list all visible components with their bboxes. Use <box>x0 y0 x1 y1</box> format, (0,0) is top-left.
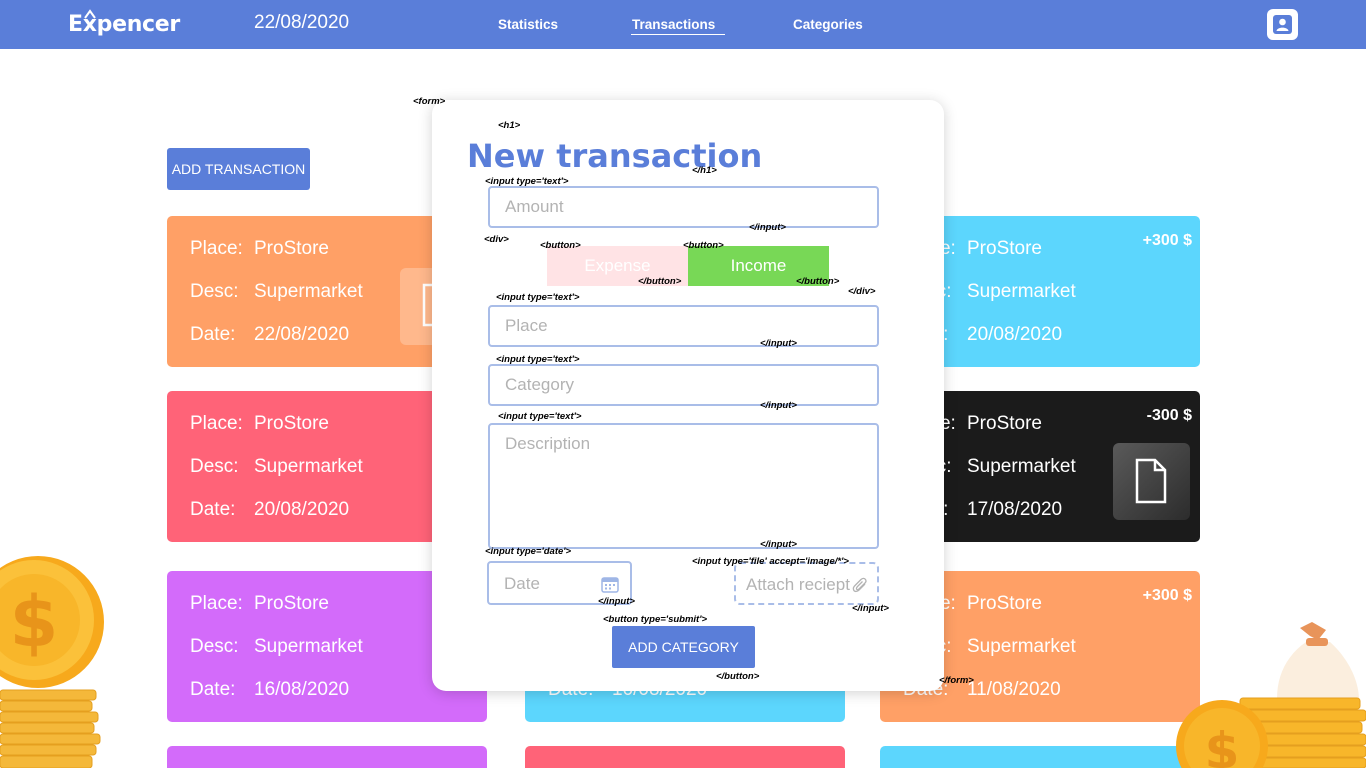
profile-button[interactable] <box>1267 9 1298 40</box>
card-desc: Supermarket <box>967 281 1076 302</box>
card-place-row: Place: ProStore <box>190 413 329 435</box>
card-amount: +300 $ <box>1142 587 1192 604</box>
card-place-row: Place: ProStore <box>190 593 329 615</box>
place-input[interactable] <box>488 305 879 347</box>
svg-text:$: $ <box>10 581 59 663</box>
card-date: 16/08/2020 <box>254 679 350 700</box>
svg-text:$: $ <box>1205 722 1240 768</box>
transaction-card[interactable] <box>167 746 487 768</box>
paperclip-icon <box>852 577 867 593</box>
card-place: ProStore <box>254 593 329 614</box>
card-place: ProStore <box>967 413 1042 434</box>
card-date: 17/08/2020 <box>967 499 1063 520</box>
nav-categories[interactable]: Categories <box>793 17 863 32</box>
header-date: 22/08/2020 <box>254 12 350 33</box>
desc-label: Desc: <box>190 456 239 477</box>
card-desc: Supermarket <box>254 456 363 477</box>
date-label: Date: <box>190 499 236 520</box>
card-date: 11/08/2020 <box>967 679 1061 700</box>
attach-receipt-input[interactable]: Attach reciept <box>734 562 879 605</box>
desc-label: Desc: <box>190 281 239 302</box>
nav-transactions[interactable]: Transactions <box>632 17 715 32</box>
annotation-input-close: </input> <box>852 603 889 614</box>
add-category-submit-button[interactable]: ADD CATEGORY <box>612 626 755 668</box>
annotation-input-file: <input type='file' accept='image/*'> <box>692 556 849 567</box>
annotation-h1-open: <h1> <box>498 120 521 131</box>
annotation-input-close: </input> <box>760 539 797 550</box>
card-place-row: Place: ProStore <box>190 238 329 260</box>
document-icon <box>1135 458 1167 504</box>
annotation-form-open: <form> <box>413 96 446 107</box>
annotation-input-category: <input type='text'> <box>496 354 580 365</box>
date-label: Date: <box>190 324 236 345</box>
card-date-row: Date: 20/08/2020 <box>190 499 349 521</box>
active-nav-underline <box>631 34 725 35</box>
card-place: ProStore <box>254 238 329 259</box>
date-placeholder: Date <box>504 574 540 593</box>
annotation-h1-close: </h1> <box>692 165 717 176</box>
category-input[interactable] <box>488 364 879 406</box>
card-date-row: Date: 16/08/2020 <box>190 679 349 701</box>
card-place: ProStore <box>967 593 1042 614</box>
transaction-card[interactable] <box>880 746 1200 768</box>
card-desc-row: Desc: Supermarket <box>190 281 363 303</box>
top-navbar: Expencer 22/08/2020 Statistics Transacti… <box>0 0 1366 49</box>
card-amount: +300 $ <box>1142 232 1192 249</box>
card-amount: -300 $ <box>1146 407 1192 424</box>
annotation-input-place: <input type='text'> <box>496 292 580 303</box>
logo-arrow-icon <box>84 9 96 19</box>
card-place: ProStore <box>254 413 329 434</box>
card-date: 20/08/2020 <box>254 499 350 520</box>
annotation-div-open: <div> <box>484 234 509 245</box>
annotation-button-close: </button> <box>638 276 682 287</box>
place-label: Place: <box>190 593 243 614</box>
annotation-button-close: </button> <box>716 671 760 682</box>
annotation-input-amount: <input type='text'> <box>485 176 569 187</box>
description-input[interactable] <box>488 423 879 549</box>
attach-placeholder: Attach reciept <box>746 575 850 594</box>
place-label: Place: <box>190 413 243 434</box>
transaction-card[interactable] <box>525 746 845 768</box>
annotation-form-close: </form> <box>939 675 974 686</box>
card-desc-row: Desc: Supermarket <box>190 456 363 478</box>
card-desc-row: Desc: Supermarket <box>190 636 363 658</box>
card-desc: Supermarket <box>967 456 1076 477</box>
annotation-button-close: </button> <box>796 276 840 287</box>
annotation-input-close: </input> <box>760 400 797 411</box>
card-desc: Supermarket <box>967 636 1076 657</box>
annotation-input-date: <input type='date'> <box>485 546 572 557</box>
card-date: 22/08/2020 <box>254 324 350 345</box>
card-place: ProStore <box>967 238 1042 259</box>
place-label: Place: <box>190 238 243 259</box>
money-bag-illustration: $ <box>1176 622 1366 768</box>
user-icon <box>1273 15 1292 34</box>
card-date: 20/08/2020 <box>967 324 1063 345</box>
annotation-input-close: </input> <box>749 222 786 233</box>
nav-statistics[interactable]: Statistics <box>498 17 558 32</box>
date-label: Date: <box>190 679 236 700</box>
add-transaction-button[interactable]: ADD TRANSACTION <box>167 148 310 190</box>
annotation-input-close: </input> <box>760 338 797 349</box>
annotation-input-description: <input type='text'> <box>498 411 582 422</box>
annotation-button-open: <button> <box>683 240 724 251</box>
card-desc: Supermarket <box>254 636 363 657</box>
receipt-thumbnail[interactable] <box>1113 443 1190 520</box>
annotation-button-open: <button> <box>540 240 581 251</box>
annotation-div-close: </div> <box>848 286 876 297</box>
amount-input[interactable] <box>488 186 879 228</box>
card-date-row: Date: 22/08/2020 <box>190 324 349 346</box>
card-desc: Supermarket <box>254 281 363 302</box>
desc-label: Desc: <box>190 636 239 657</box>
annotation-button-submit: <button type='submit'> <box>603 614 708 625</box>
coin-stack-left-illustration: $ <box>0 556 104 768</box>
annotation-input-close: </input> <box>598 596 635 607</box>
form-title: New transaction <box>467 137 763 175</box>
calendar-icon <box>601 577 619 593</box>
